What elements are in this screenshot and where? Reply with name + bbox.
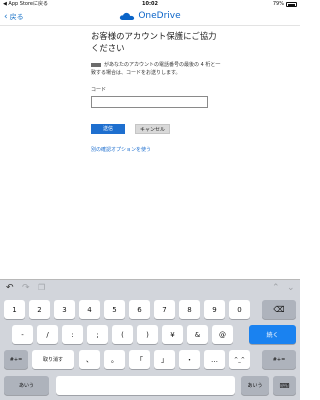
navigation-bar: ‹ 戻る OneDrive bbox=[0, 9, 300, 26]
chevron-up-icon[interactable]: ⌃ bbox=[272, 283, 280, 293]
key-9[interactable]: 9 bbox=[204, 300, 225, 319]
key-open-paren[interactable]: ( bbox=[112, 325, 133, 344]
send-button[interactable]: 送信 bbox=[91, 124, 125, 134]
key-comma-jp[interactable]: 、 bbox=[79, 350, 100, 369]
status-time: 10:02 bbox=[142, 1, 158, 7]
key-8[interactable]: 8 bbox=[179, 300, 200, 319]
battery-percent: 79% bbox=[272, 1, 284, 7]
verification-form: お客様のアカウント保護にご協力ください があなたのアカウントの電話番号の最後の … bbox=[91, 30, 221, 153]
key-6[interactable]: 6 bbox=[129, 300, 150, 319]
key-yen[interactable]: ¥ bbox=[162, 325, 183, 344]
code-label: コード bbox=[91, 87, 107, 93]
cloud-icon bbox=[120, 12, 135, 20]
key-period-jp[interactable]: 。 bbox=[104, 350, 125, 369]
keyboard-dismiss-key[interactable]: ⌨ bbox=[273, 376, 296, 395]
code-input[interactable] bbox=[91, 96, 208, 108]
delete-icon: ⌫ bbox=[273, 305, 285, 314]
key-close-bracket[interactable]: 」 bbox=[154, 350, 175, 369]
key-3[interactable]: 3 bbox=[54, 300, 75, 319]
paste-icon[interactable]: ❐ bbox=[38, 283, 45, 293]
next-key[interactable]: 続く bbox=[249, 325, 296, 344]
key-1[interactable]: 1 bbox=[4, 300, 25, 319]
status-bar: ◀ App Storeに戻る 10:02 79% bbox=[0, 0, 300, 9]
symbols-key-right[interactable]: #+= bbox=[262, 350, 296, 369]
key-2[interactable]: 2 bbox=[29, 300, 50, 319]
key-slash[interactable]: / bbox=[37, 325, 58, 344]
symbols-key-left[interactable]: #+= bbox=[4, 350, 28, 369]
button-row: 送信 キャンセル bbox=[91, 124, 221, 134]
battery-status: 79% bbox=[273, 0, 297, 9]
key-close-paren[interactable]: ) bbox=[137, 325, 158, 344]
key-colon[interactable]: : bbox=[62, 325, 83, 344]
undo-icon[interactable]: ↶ bbox=[6, 283, 14, 293]
redo-icon[interactable]: ↷ bbox=[22, 283, 30, 293]
brand-name: OneDrive bbox=[138, 11, 181, 21]
onedrive-logo: OneDrive bbox=[0, 11, 300, 21]
delete-key[interactable]: ⌫ bbox=[262, 300, 296, 319]
key-semicolon[interactable]: ; bbox=[87, 325, 108, 344]
keyboard-toolbar: ↶ ↷ ❐ ⌃ ⌄ bbox=[0, 280, 300, 296]
chevron-down-icon[interactable]: ⌄ bbox=[287, 283, 295, 293]
key-middle-dot[interactable]: ・ bbox=[179, 350, 200, 369]
undo-input-key[interactable]: 取り消す bbox=[32, 350, 74, 369]
keyboard-dismiss-icon: ⌨ bbox=[279, 381, 290, 390]
description-text: があなたのアカウントの電話番号の最後の 4 桁と一致する場合は、コードをお送りし… bbox=[91, 62, 221, 76]
page-title: お客様のアカウント保護にご協力ください bbox=[91, 31, 217, 53]
key-5[interactable]: 5 bbox=[104, 300, 125, 319]
key-at[interactable]: @ bbox=[212, 325, 233, 344]
key-ampersand[interactable]: & bbox=[187, 325, 208, 344]
key-open-bracket[interactable]: 「 bbox=[129, 350, 150, 369]
battery-icon bbox=[286, 2, 297, 7]
other-option-link[interactable]: 別の確認オプションを使う bbox=[91, 146, 221, 153]
key-ellipsis[interactable]: … bbox=[204, 350, 225, 369]
kaomoji-key[interactable]: ^_^ bbox=[229, 350, 250, 369]
key-7[interactable]: 7 bbox=[154, 300, 175, 319]
cancel-button[interactable]: キャンセル bbox=[135, 124, 170, 134]
description: があなたのアカウントの電話番号の最後の 4 桁と一致する場合は、コードをお送りし… bbox=[91, 61, 221, 77]
space-key[interactable] bbox=[56, 376, 235, 395]
software-keyboard: ↶ ↷ ❐ ⌃ ⌄ 1 2 3 4 5 6 7 8 9 0 ⌫ - / : ; … bbox=[0, 279, 300, 400]
key-0[interactable]: 0 bbox=[229, 300, 250, 319]
key-4[interactable]: 4 bbox=[79, 300, 100, 319]
kana-key-right[interactable]: あいう bbox=[241, 376, 269, 395]
masked-phone-number bbox=[91, 62, 101, 67]
kana-key-left[interactable]: あいう bbox=[4, 376, 49, 395]
key-hyphen[interactable]: - bbox=[12, 325, 33, 344]
